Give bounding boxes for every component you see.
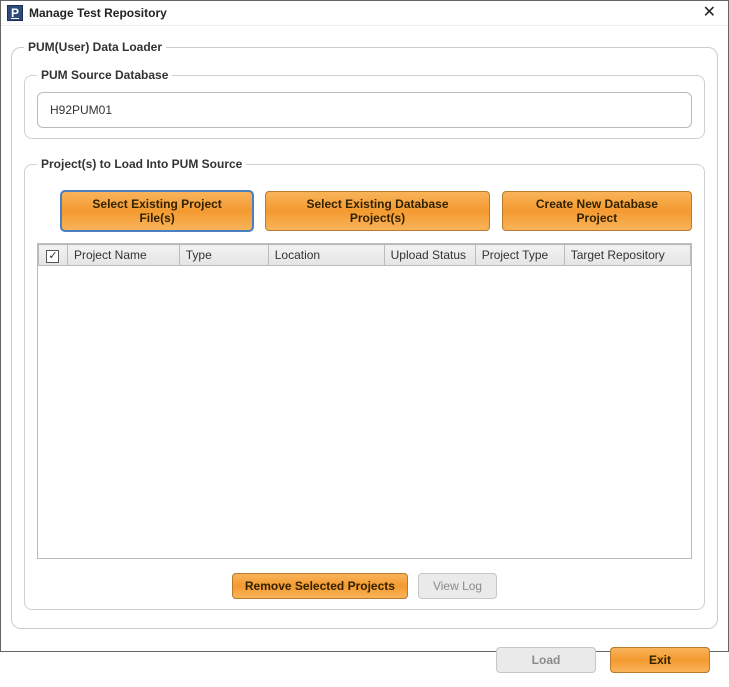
column-header-project-type[interactable]: Project Type	[475, 245, 564, 266]
dialog-window: P Manage Test Repository ✕ PUM(User) Dat…	[0, 0, 729, 652]
column-header-upload-status[interactable]: Upload Status	[384, 245, 475, 266]
create-new-database-project-button[interactable]: Create New Database Project	[502, 191, 692, 231]
select-existing-database-projects-button[interactable]: Select Existing Database Project(s)	[265, 191, 490, 231]
column-header-target-repository[interactable]: Target Repository	[564, 245, 690, 266]
pum-user-data-loader-group: PUM(User) Data Loader PUM Source Databas…	[11, 40, 718, 629]
titlebar: P Manage Test Repository ✕	[1, 1, 728, 26]
close-icon[interactable]: ✕	[697, 4, 722, 22]
projects-to-load-group: Project(s) to Load Into PUM Source Selec…	[24, 157, 705, 610]
projects-legend: Project(s) to Load Into PUM Source	[37, 157, 246, 171]
view-log-button: View Log	[418, 573, 497, 599]
checkmark-icon: ✓	[46, 250, 59, 263]
select-existing-project-files-button[interactable]: Select Existing Project File(s)	[61, 191, 253, 231]
column-header-type[interactable]: Type	[179, 245, 268, 266]
source-legend: PUM Source Database	[37, 68, 172, 82]
pum-source-database-group: PUM Source Database H92PUM01	[24, 68, 705, 139]
dialog-footer: Load Exit	[1, 639, 728, 687]
source-database-value: H92PUM01	[37, 92, 692, 128]
column-header-project-name[interactable]: Project Name	[67, 245, 179, 266]
below-table-buttons: Remove Selected Projects View Log	[37, 573, 692, 599]
content-area: PUM(User) Data Loader PUM Source Databas…	[1, 26, 728, 639]
projects-table: ✓ Project Name Type Location Upload Stat…	[37, 243, 692, 559]
exit-button[interactable]: Exit	[610, 647, 710, 673]
remove-selected-projects-button[interactable]: Remove Selected Projects	[232, 573, 408, 599]
app-icon: P	[7, 5, 23, 21]
load-button: Load	[496, 647, 596, 673]
project-action-buttons: Select Existing Project File(s) Select E…	[61, 191, 692, 231]
outer-legend: PUM(User) Data Loader	[24, 40, 166, 54]
column-header-location[interactable]: Location	[268, 245, 384, 266]
column-header-checkbox[interactable]: ✓	[39, 245, 68, 266]
window-title: Manage Test Repository	[29, 6, 167, 20]
